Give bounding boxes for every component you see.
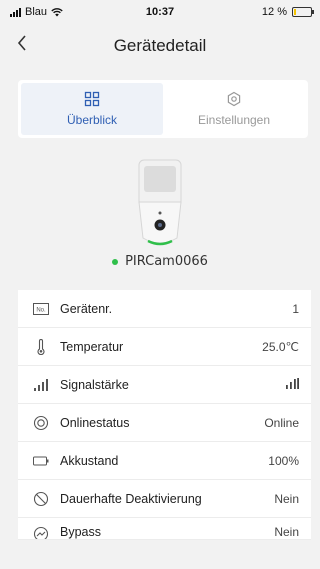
tab-settings[interactable]: Einstellungen (163, 83, 305, 135)
detail-value: 25.0℃ (262, 339, 299, 354)
detail-label: Akkustand (60, 453, 119, 468)
pir-camera-image (138, 159, 182, 246)
grid-icon (84, 91, 100, 107)
device-name-row: PIRCam0066 (0, 254, 320, 269)
detail-label: Signalstärke (60, 377, 129, 392)
detail-row-signal: Signalstärke (18, 366, 311, 404)
battery-icon (292, 7, 314, 17)
device-header: PIRCam0066 (0, 150, 320, 270)
detail-value: Nein (274, 525, 299, 539)
detail-value: 1 (292, 301, 299, 316)
detail-label: Onlinestatus (60, 415, 130, 430)
number-icon: No. (32, 300, 50, 318)
detail-value: Nein (274, 491, 299, 506)
signal-icon (32, 376, 50, 394)
battery-icon (32, 452, 50, 470)
online-status-icon (32, 414, 50, 432)
detail-value: Online (264, 415, 299, 430)
hexagon-settings-icon (227, 91, 241, 107)
detail-label: Dauerhafte Deaktivierung (60, 491, 202, 506)
detail-row-online-status: Onlinestatus Online (18, 404, 311, 442)
tab-settings-label: Einstellungen (197, 113, 271, 127)
online-dot-icon (112, 258, 119, 265)
detail-label: Temperatur (60, 339, 124, 354)
tab-bar: Überblick Einstellungen (18, 80, 308, 138)
thermometer-icon (32, 338, 50, 356)
detail-label: Bypass (60, 525, 101, 539)
status-bar: Blau 10:37 12 % (0, 0, 320, 24)
signal-strength-value-icon (285, 377, 299, 392)
detail-row-temperature: Temperatur 25.0℃ (18, 328, 311, 366)
detail-row-device-number: No. Gerätenr. 1 (18, 290, 311, 328)
detail-row-bypass: Bypass Nein (18, 518, 311, 540)
device-details-list: No. Gerätenr. 1 Temperatur 25.0℃ Signals… (18, 290, 311, 540)
device-name: PIRCam0066 (125, 254, 208, 269)
disable-icon (32, 490, 50, 508)
tab-overview-label: Überblick (66, 113, 117, 127)
page-title: Gerätedetail (113, 36, 207, 55)
detail-value: 100% (268, 453, 299, 468)
bypass-icon (32, 525, 50, 539)
battery-info: 12 % (261, 6, 314, 18)
svg-text:No.: No. (36, 307, 46, 313)
tab-overview[interactable]: Überblick (21, 83, 163, 135)
detail-row-battery: Akkustand 100% (18, 442, 311, 480)
detail-row-permanent-deactivation: Dauerhafte Deaktivierung Nein (18, 480, 311, 518)
battery-percent: 12 % (261, 6, 287, 18)
detail-label: Gerätenr. (60, 301, 113, 316)
navigation-bar: Gerätedetail (0, 28, 320, 64)
